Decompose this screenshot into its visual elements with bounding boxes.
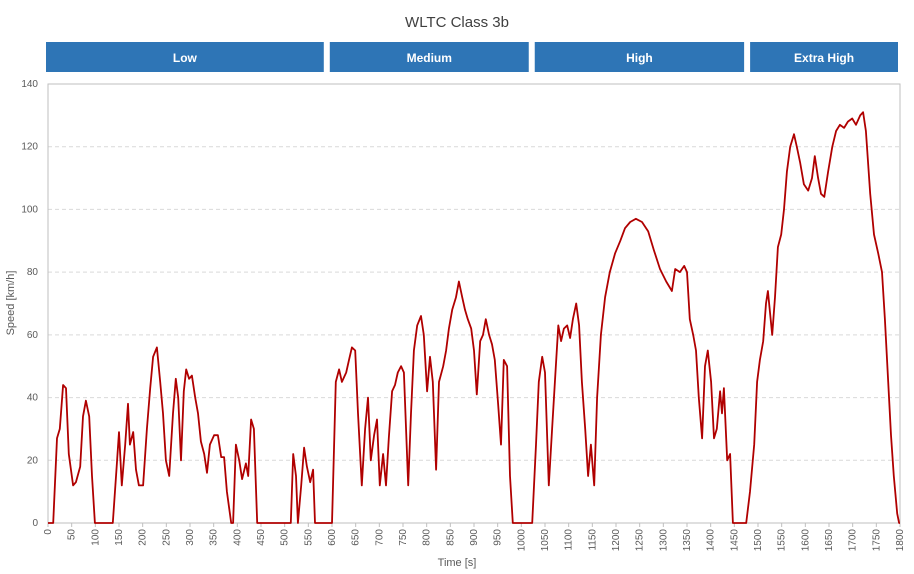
y-tick-label: 20 [27, 455, 39, 466]
x-tick-label: 650 [351, 529, 362, 546]
y-tick-label: 100 [21, 204, 38, 215]
x-tick-label: 350 [209, 529, 220, 546]
x-axis-label: Time [s] [438, 557, 477, 569]
phase-label: Low [173, 51, 198, 65]
speed-series-line [48, 111, 900, 524]
phase-label: High [626, 51, 653, 65]
x-tick-label: 1750 [871, 529, 882, 552]
x-axis-ticks: 0 50 100 150 200 250 300 350 400 450 500 550 600 650 7… [43, 523, 906, 551]
x-tick-label: 950 [493, 529, 504, 546]
x-tick-label: 1800 [895, 529, 906, 552]
x-tick-label: 1700 [848, 529, 859, 552]
x-tick-label: 500 [280, 529, 291, 546]
x-tick-label: 750 [398, 529, 409, 546]
x-tick-label: 700 [374, 529, 385, 546]
x-tick-label: 1150 [587, 529, 598, 551]
x-tick-label: 850 [445, 529, 456, 546]
phase-bars: Low Medium High Extra High [46, 42, 898, 72]
x-tick-label: 550 [303, 529, 314, 546]
x-tick-label: 1400 [706, 529, 717, 552]
x-tick-label: 1350 [682, 529, 693, 552]
x-tick-label: 1050 [540, 529, 551, 552]
x-tick-label: 600 [327, 529, 338, 546]
y-axis-ticks: 0 20 40 60 80 100 120 140 [21, 79, 38, 529]
x-tick-label: 1650 [824, 529, 835, 552]
x-tick-label: 900 [469, 529, 480, 546]
x-tick-label: 1250 [635, 529, 646, 552]
x-tick-label: 200 [138, 529, 149, 546]
x-tick-label: 450 [256, 529, 267, 546]
x-tick-label: 300 [185, 529, 196, 546]
x-tick-label: 0 [43, 529, 54, 535]
x-tick-label: 50 [67, 529, 78, 541]
x-tick-label: 250 [161, 529, 172, 546]
x-tick-label: 100 [90, 529, 101, 546]
speed-chart: WLTC Class 3b Low Medium High Extra High 0 2… [5, 14, 906, 569]
y-tick-label: 120 [21, 142, 38, 153]
x-tick-label: 1100 [564, 529, 575, 551]
x-tick-label: 400 [232, 529, 243, 546]
x-tick-label: 1550 [777, 529, 788, 552]
y-axis-label: Speed [km/h] [5, 271, 17, 336]
plot-area-border [47, 83, 901, 524]
x-tick-label: 1300 [658, 529, 669, 552]
x-tick-label: 800 [422, 529, 433, 546]
y-tick-label: 60 [27, 330, 39, 341]
y-tick-label: 40 [27, 393, 39, 404]
x-tick-label: 1200 [611, 529, 622, 552]
y-tick-label: 0 [32, 518, 38, 529]
x-tick-label: 1000 [516, 529, 527, 552]
gridlines [48, 146, 900, 461]
phase-label: Medium [407, 51, 452, 65]
x-tick-label: 1500 [753, 529, 764, 552]
x-tick-label: 150 [114, 529, 125, 546]
phase-label: Extra High [794, 51, 854, 65]
y-tick-label: 80 [27, 267, 39, 278]
y-tick-label: 140 [21, 79, 38, 90]
x-tick-label: 1600 [800, 529, 811, 552]
chart-title: WLTC Class 3b [405, 14, 509, 31]
x-tick-label: 1450 [729, 529, 740, 552]
